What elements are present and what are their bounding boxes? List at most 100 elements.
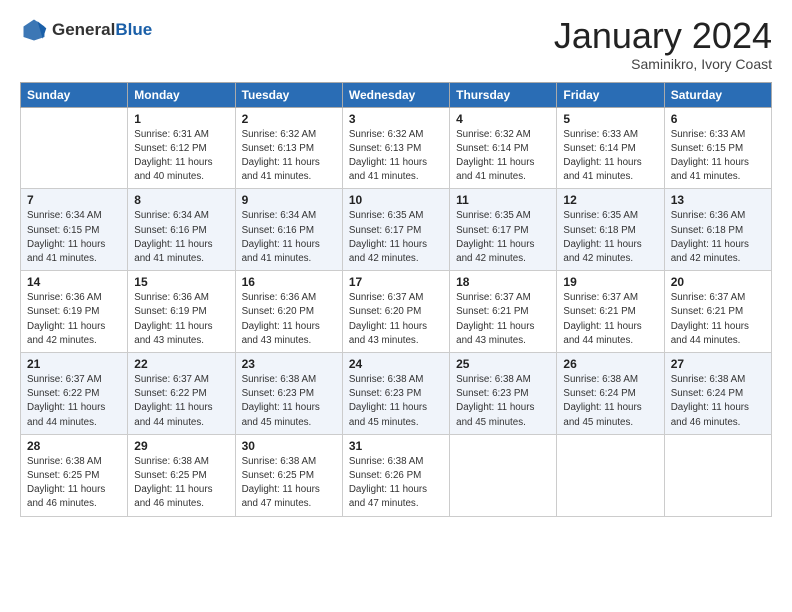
day-detail: Sunrise: 6:38 AMSunset: 6:25 PMDaylight:… (242, 456, 320, 510)
calendar-cell: 2 Sunrise: 6:32 AMSunset: 6:13 PMDayligh… (235, 107, 342, 189)
day-number: 20 (671, 275, 765, 289)
week-row-2: 7 Sunrise: 6:34 AMSunset: 6:15 PMDayligh… (21, 189, 772, 271)
day-number: 28 (27, 439, 121, 453)
col-monday: Monday (128, 82, 235, 107)
day-number: 4 (456, 112, 550, 126)
day-number: 13 (671, 193, 765, 207)
header-row-days: Sunday Monday Tuesday Wednesday Thursday… (21, 82, 772, 107)
day-detail: Sunrise: 6:35 AMSunset: 6:18 PMDaylight:… (563, 210, 641, 264)
calendar-cell: 21 Sunrise: 6:37 AMSunset: 6:22 PMDaylig… (21, 353, 128, 435)
calendar-cell: 31 Sunrise: 6:38 AMSunset: 6:26 PMDaylig… (342, 434, 449, 516)
header-row: GeneralBlue January 2024 Saminikro, Ivor… (20, 16, 772, 72)
col-tuesday: Tuesday (235, 82, 342, 107)
week-row-5: 28 Sunrise: 6:38 AMSunset: 6:25 PMDaylig… (21, 434, 772, 516)
calendar-cell: 17 Sunrise: 6:37 AMSunset: 6:20 PMDaylig… (342, 271, 449, 353)
calendar-table: Sunday Monday Tuesday Wednesday Thursday… (20, 82, 772, 517)
day-detail: Sunrise: 6:36 AMSunset: 6:19 PMDaylight:… (27, 292, 105, 346)
day-number: 2 (242, 112, 336, 126)
day-detail: Sunrise: 6:35 AMSunset: 6:17 PMDaylight:… (349, 210, 427, 264)
calendar-cell (450, 434, 557, 516)
day-detail: Sunrise: 6:38 AMSunset: 6:23 PMDaylight:… (456, 374, 534, 428)
calendar-cell: 12 Sunrise: 6:35 AMSunset: 6:18 PMDaylig… (557, 189, 664, 271)
day-detail: Sunrise: 6:37 AMSunset: 6:21 PMDaylight:… (563, 292, 641, 346)
calendar-cell (664, 434, 771, 516)
calendar-cell (557, 434, 664, 516)
day-detail: Sunrise: 6:38 AMSunset: 6:23 PMDaylight:… (242, 374, 320, 428)
day-detail: Sunrise: 6:38 AMSunset: 6:24 PMDaylight:… (563, 374, 641, 428)
day-detail: Sunrise: 6:38 AMSunset: 6:23 PMDaylight:… (349, 374, 427, 428)
calendar-cell: 22 Sunrise: 6:37 AMSunset: 6:22 PMDaylig… (128, 353, 235, 435)
day-number: 12 (563, 193, 657, 207)
day-detail: Sunrise: 6:38 AMSunset: 6:26 PMDaylight:… (349, 456, 427, 510)
day-number: 10 (349, 193, 443, 207)
location-subtitle: Saminikro, Ivory Coast (554, 56, 772, 72)
day-number: 5 (563, 112, 657, 126)
day-number: 3 (349, 112, 443, 126)
col-wednesday: Wednesday (342, 82, 449, 107)
calendar-cell: 10 Sunrise: 6:35 AMSunset: 6:17 PMDaylig… (342, 189, 449, 271)
day-number: 16 (242, 275, 336, 289)
day-number: 18 (456, 275, 550, 289)
logo: GeneralBlue (20, 16, 152, 44)
day-number: 17 (349, 275, 443, 289)
calendar-cell: 25 Sunrise: 6:38 AMSunset: 6:23 PMDaylig… (450, 353, 557, 435)
calendar-cell: 24 Sunrise: 6:38 AMSunset: 6:23 PMDaylig… (342, 353, 449, 435)
calendar-cell: 19 Sunrise: 6:37 AMSunset: 6:21 PMDaylig… (557, 271, 664, 353)
day-number: 7 (27, 193, 121, 207)
logo-icon (20, 16, 48, 44)
calendar-cell: 29 Sunrise: 6:38 AMSunset: 6:25 PMDaylig… (128, 434, 235, 516)
day-detail: Sunrise: 6:38 AMSunset: 6:25 PMDaylight:… (134, 456, 212, 510)
logo-general: General (52, 20, 115, 39)
col-friday: Friday (557, 82, 664, 107)
title-block: January 2024 Saminikro, Ivory Coast (554, 16, 772, 72)
logo-text: GeneralBlue (52, 20, 152, 40)
day-number: 14 (27, 275, 121, 289)
logo-blue: Blue (115, 20, 152, 39)
calendar-cell: 23 Sunrise: 6:38 AMSunset: 6:23 PMDaylig… (235, 353, 342, 435)
calendar-cell: 18 Sunrise: 6:37 AMSunset: 6:21 PMDaylig… (450, 271, 557, 353)
day-detail: Sunrise: 6:35 AMSunset: 6:17 PMDaylight:… (456, 210, 534, 264)
day-number: 25 (456, 357, 550, 371)
calendar-cell: 6 Sunrise: 6:33 AMSunset: 6:15 PMDayligh… (664, 107, 771, 189)
day-number: 26 (563, 357, 657, 371)
day-number: 31 (349, 439, 443, 453)
day-detail: Sunrise: 6:34 AMSunset: 6:15 PMDaylight:… (27, 210, 105, 264)
calendar-cell: 7 Sunrise: 6:34 AMSunset: 6:15 PMDayligh… (21, 189, 128, 271)
day-number: 22 (134, 357, 228, 371)
day-detail: Sunrise: 6:36 AMSunset: 6:18 PMDaylight:… (671, 210, 749, 264)
day-detail: Sunrise: 6:38 AMSunset: 6:25 PMDaylight:… (27, 456, 105, 510)
calendar-cell: 1 Sunrise: 6:31 AMSunset: 6:12 PMDayligh… (128, 107, 235, 189)
day-detail: Sunrise: 6:33 AMSunset: 6:15 PMDaylight:… (671, 129, 749, 183)
day-number: 23 (242, 357, 336, 371)
day-number: 1 (134, 112, 228, 126)
day-number: 24 (349, 357, 443, 371)
calendar-cell: 13 Sunrise: 6:36 AMSunset: 6:18 PMDaylig… (664, 189, 771, 271)
day-detail: Sunrise: 6:33 AMSunset: 6:14 PMDaylight:… (563, 129, 641, 183)
day-number: 27 (671, 357, 765, 371)
calendar-cell: 5 Sunrise: 6:33 AMSunset: 6:14 PMDayligh… (557, 107, 664, 189)
day-detail: Sunrise: 6:36 AMSunset: 6:20 PMDaylight:… (242, 292, 320, 346)
day-number: 9 (242, 193, 336, 207)
day-detail: Sunrise: 6:31 AMSunset: 6:12 PMDaylight:… (134, 129, 212, 183)
col-sunday: Sunday (21, 82, 128, 107)
week-row-1: 1 Sunrise: 6:31 AMSunset: 6:12 PMDayligh… (21, 107, 772, 189)
day-detail: Sunrise: 6:37 AMSunset: 6:20 PMDaylight:… (349, 292, 427, 346)
day-number: 21 (27, 357, 121, 371)
day-detail: Sunrise: 6:38 AMSunset: 6:24 PMDaylight:… (671, 374, 749, 428)
day-detail: Sunrise: 6:32 AMSunset: 6:14 PMDaylight:… (456, 129, 534, 183)
day-detail: Sunrise: 6:37 AMSunset: 6:22 PMDaylight:… (134, 374, 212, 428)
day-number: 19 (563, 275, 657, 289)
month-title: January 2024 (554, 16, 772, 56)
page-container: GeneralBlue January 2024 Saminikro, Ivor… (0, 0, 792, 527)
calendar-cell: 16 Sunrise: 6:36 AMSunset: 6:20 PMDaylig… (235, 271, 342, 353)
calendar-cell: 8 Sunrise: 6:34 AMSunset: 6:16 PMDayligh… (128, 189, 235, 271)
day-detail: Sunrise: 6:34 AMSunset: 6:16 PMDaylight:… (242, 210, 320, 264)
day-detail: Sunrise: 6:36 AMSunset: 6:19 PMDaylight:… (134, 292, 212, 346)
day-number: 6 (671, 112, 765, 126)
col-thursday: Thursday (450, 82, 557, 107)
col-saturday: Saturday (664, 82, 771, 107)
day-detail: Sunrise: 6:37 AMSunset: 6:21 PMDaylight:… (671, 292, 749, 346)
day-detail: Sunrise: 6:32 AMSunset: 6:13 PMDaylight:… (242, 129, 320, 183)
calendar-cell: 30 Sunrise: 6:38 AMSunset: 6:25 PMDaylig… (235, 434, 342, 516)
day-number: 29 (134, 439, 228, 453)
